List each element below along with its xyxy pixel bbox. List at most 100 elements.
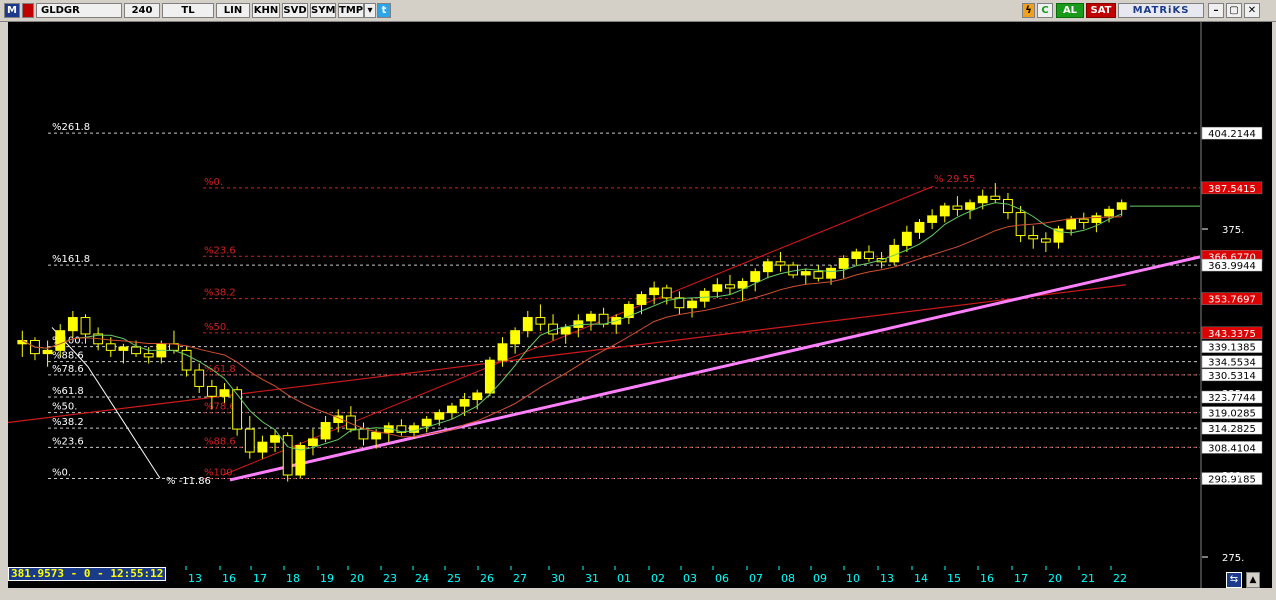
candle-body [143,353,154,358]
menu-m-button[interactable]: M [4,3,20,18]
x-tick-label: 08 [781,572,795,585]
tmp-button[interactable]: TMP [338,3,364,18]
candle-body [80,317,91,335]
fib-label-right: %0. [204,177,223,188]
sym-button[interactable]: SYM [310,3,336,18]
close-icon[interactable]: ✕ [1244,3,1260,18]
candle-body [67,317,78,332]
chart-area[interactable]: %261.8 %161.8 %100. %88.6 %78.6 %61.8 %50. %38.… [7,22,1276,588]
price-badge-label: 330.5314 [1208,371,1256,382]
fib-label-left: %161.8 [52,254,90,265]
candle-body [131,346,141,355]
candle-body [1078,218,1089,223]
price-badge-label: 404.2144 [1208,129,1256,140]
flag-icon[interactable] [22,3,34,18]
candle-body [510,330,521,345]
buy-al-button[interactable]: AL [1056,3,1084,18]
fib-label-right: %78.6 [204,402,236,413]
lightning-icon[interactable]: ϟ [1022,3,1035,18]
price-badge-label: 334.5534 [1208,358,1256,369]
candle-body [1091,215,1102,223]
x-tick-label: 31 [585,572,599,585]
candle-body [1003,198,1013,214]
chart-toolbar: M GLDGR 240 TL LIN KHN SVD SYM TMP ▾ t ϟ… [0,0,1276,22]
y-tick-label: 325. [1222,389,1244,400]
candle-body [497,343,508,361]
candle-body [990,195,1001,200]
minimize-icon[interactable]: – [1208,3,1224,18]
candle-body [661,287,672,299]
price-badge-label: 339.1385 [1208,343,1256,354]
candle-body [434,412,445,420]
annotation-percent-low: % -11.86 [166,476,211,487]
candle-body [1015,212,1026,237]
price-badge-label: 343.3375 [1208,329,1256,340]
candle-body [282,435,293,476]
fib-label-right: %50. [204,322,229,333]
dropdown-arrow-icon[interactable]: ▾ [364,3,376,18]
window-border [1272,22,1276,600]
candle-body [522,317,533,332]
candle-body [219,389,230,397]
x-tick-label: 21 [1081,572,1095,585]
x-tick-label: 24 [415,572,429,585]
candle-body [813,271,824,279]
candle-body [472,392,483,401]
x-tick-label: 20 [350,572,364,585]
candle-body [206,385,217,397]
lin-button[interactable]: LIN [216,3,250,18]
candlestick-chart[interactable]: %261.8%161.8%100.%88.6%78.6%61.8%50.%38.… [7,22,1276,588]
fib-anchor-line [87,366,161,479]
refresh-c-button[interactable]: C [1037,3,1053,18]
candle-body [484,359,495,394]
candle-body [864,251,874,260]
x-tick-label: 13 [188,572,202,585]
candle-body [358,428,369,440]
price-badge-label: 308.4104 [1208,443,1256,454]
fib-label-left: %23.6 [52,436,84,447]
candle-body [320,422,331,440]
x-tick-label: 20 [1048,572,1062,585]
candle-body [447,405,457,414]
scroll-up-button[interactable]: ▲ [1246,572,1260,588]
x-tick-label: 23 [383,572,397,585]
currency-field[interactable]: TL [162,3,214,18]
candle-body [952,205,963,210]
x-tick-label: 17 [1014,572,1028,585]
symbol-field[interactable]: GLDGR [36,3,122,18]
price-badge-label: 319.0285 [1208,409,1256,420]
candle-body [181,349,192,371]
period-field[interactable]: 240 [124,3,160,18]
candle-body [636,294,647,305]
candle-body [1040,238,1051,243]
fib-label-right: %23.6 [204,245,236,256]
candle-body [560,326,571,335]
x-tick-label: 02 [651,572,665,585]
x-tick-label: 09 [813,572,827,585]
sell-sat-button[interactable]: SAT [1086,3,1116,18]
fib-label-left: %88.6 [52,351,84,362]
y-tick-label: 375. [1222,225,1244,236]
khn-button[interactable]: KHN [252,3,280,18]
x-tick-label: 14 [914,572,928,585]
restore-icon[interactable]: ▢ [1226,3,1242,18]
candle-body [55,330,66,351]
candle-body [586,313,596,322]
x-tick-label: 13 [880,572,894,585]
fib-label-left: %61.8 [52,386,84,397]
candle-body [750,271,761,282]
annotation-percent-high: % 29.55 [934,174,975,185]
candle-body [623,303,634,319]
candle-body [459,399,470,407]
candle-body [535,317,546,325]
candle-body [901,231,912,246]
svd-button[interactable]: SVD [282,3,308,18]
x-tick-label: 15 [947,572,961,585]
candle-body [232,389,243,430]
x-tick-label: 03 [683,572,697,585]
x-tick-label: 19 [320,572,334,585]
twitter-icon[interactable]: t [377,3,391,18]
scroll-button[interactable]: ⇆ [1226,572,1242,588]
fib-label-left: %0. [52,468,71,479]
candle-body [421,418,432,427]
